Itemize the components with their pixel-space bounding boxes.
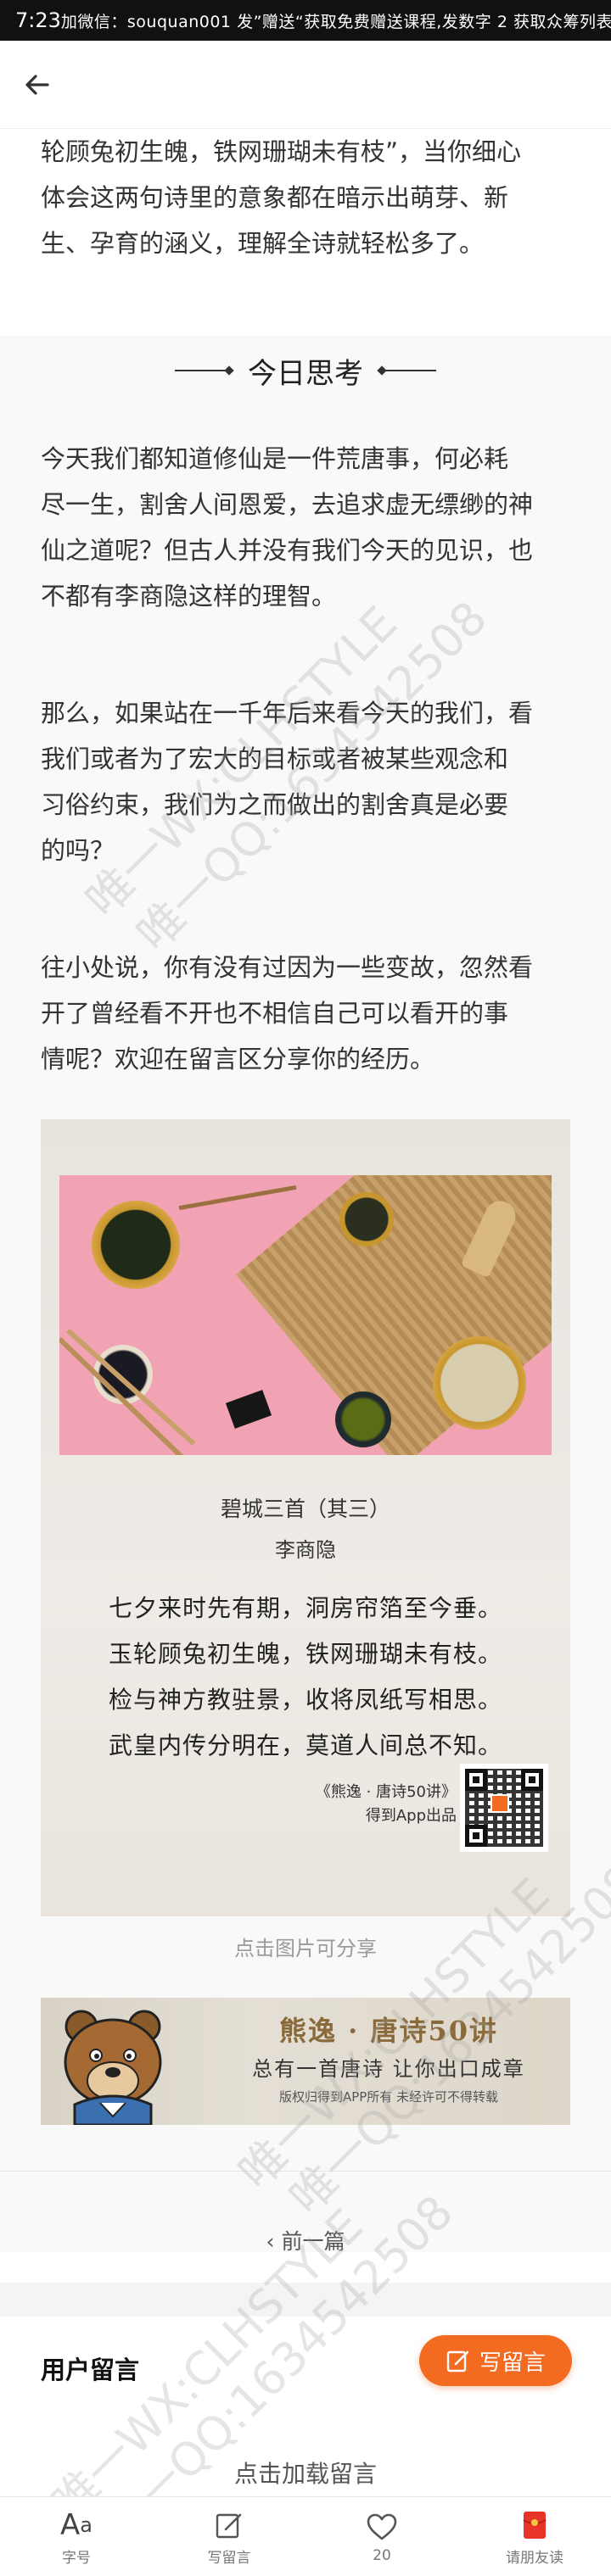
back-button[interactable] (19, 66, 56, 103)
intro-line: 生、孕育的涵义，理解全诗就轻松多了。 (41, 229, 485, 258)
status-time: 7:23 (15, 8, 61, 32)
font-size-label: 字号 (62, 2549, 91, 2567)
banner-subtitle: 总有一首唐诗 让你出口成章 (252, 2057, 525, 2081)
qr-code (460, 1764, 548, 1852)
share-hint: 点击图片可分享 (234, 1937, 377, 1960)
write-comment-button[interactable]: 写留言 (419, 2335, 572, 2386)
tea-bowl (92, 1201, 180, 1289)
like-count: 20 (373, 2547, 391, 2564)
qr-logo-icon (490, 1794, 509, 1813)
section-title: 今日思考 (0, 341, 611, 400)
paragraph-line: 尽一生，割舍人间恩爱，去追求虚无缥缈的神 (41, 490, 534, 519)
edit-icon (446, 2350, 469, 2372)
font-size-button[interactable]: Aa 字号 (0, 2497, 153, 2576)
font-size-icon: Aa (60, 2507, 92, 2542)
section-title-text: 今日思考 (248, 356, 363, 391)
divider (0, 2171, 611, 2172)
section-gap (0, 2283, 611, 2317)
qr-finder (465, 1769, 487, 1791)
tea-photo (59, 1175, 552, 1455)
tea-bowl (335, 1391, 391, 1447)
tea-bowl (339, 1192, 394, 1246)
paragraph-line: 习俗约束，我们为之而做出的割舍真是必要 (41, 790, 509, 819)
prev-article-label: 前一篇 (281, 2229, 345, 2254)
arrow-left-icon (25, 75, 49, 95)
incense-holder (225, 1390, 272, 1429)
title-ornament-right (382, 370, 436, 371)
write-comment-label: 写留言 (479, 2350, 546, 2376)
paragraph-line: 仙之道呢？但古人并没有我们今天的见识，也 (41, 536, 534, 565)
poem-brand-publisher: 得到App出品 (365, 1807, 457, 1825)
comments-title: 用户留言 (41, 2356, 140, 2384)
comments-header: 用户留言 写留言 (0, 2317, 611, 2427)
prev-article-link[interactable]: ‹ 前一篇 (0, 2225, 611, 2255)
paragraph-line: 那么，如果站在一千年后来看今天的我们，看 (41, 699, 534, 728)
poem-author: 李商隐 (275, 1538, 336, 1562)
write-comment-toolbar-button[interactable]: 写留言 (153, 2497, 306, 2576)
bear-mascot-icon (64, 2010, 162, 2125)
intro-line: 体会这两句诗里的意象都在暗示出萌芽、新 (41, 183, 509, 212)
paragraph-line: 开了曾经看不开也不相信自己可以看开的事 (41, 999, 509, 1028)
red-envelope-icon (523, 2511, 547, 2539)
edit-icon (216, 2513, 242, 2538)
paragraph-line: 的吗？ (41, 836, 115, 865)
poem-body: 七夕来时先有期，洞房帘箔至今垂。 玉轮顾兔初生魄，铁网珊瑚未有枝。 检与神方教驻… (109, 1586, 533, 1769)
poem-share-card[interactable]: 碧城三首（其三） 李商隐 七夕来时先有期，洞房帘箔至今垂。 玉轮顾兔初生魄，铁网… (41, 1119, 570, 1916)
paragraph-line: 往小处说，你有没有过因为一些变故，忽然看 (41, 953, 534, 982)
like-button[interactable]: 20 (306, 2497, 458, 2576)
poem-line: 检与神方教驻景，收将凤纸写相思。 (109, 1686, 503, 1714)
tea-bowl (433, 1336, 526, 1430)
status-ticker: 加微信：souquan001 发”赠送“获取免费赠送课程,发数字 2 获取众筹列… (60, 12, 611, 31)
poem-brand: 《熊逸 · 唐诗50讲》 得到App出品 (287, 1781, 457, 1828)
heart-icon (367, 2513, 397, 2540)
poem-brand-course: 《熊逸 · 唐诗50讲》 (315, 1783, 457, 1801)
banner-title: 熊逸 · 唐诗50讲 (279, 2015, 498, 2047)
status-bar: 7:23 加微信：souquan001 发”赠送“获取免费赠送课程,发数字 2 … (0, 0, 611, 41)
poem-line: 武皇内传分明在，莫道人间总不知。 (109, 1731, 503, 1759)
qr-finder (521, 1769, 543, 1791)
bottom-toolbar: Aa 字号 写留言 20 请朋友读 (0, 2496, 611, 2576)
chevron-left-icon: ‹ (266, 2229, 282, 2254)
qr-finder (465, 1825, 487, 1847)
article-content: 轮顾兔初生魄，铁网珊瑚未有枝”，当你细心 体会这两句诗里的意象都在暗示出萌芽、新… (0, 129, 611, 2491)
paragraph-line: 今天我们都知道修仙是一件荒唐事，何必耗 (41, 444, 509, 473)
top-nav (0, 41, 611, 129)
intro-line: 轮顾兔初生魄，铁网珊瑚未有枝”，当你细心 (41, 137, 522, 166)
title-ornament-left (175, 370, 229, 371)
banner-copyright: 版权归得到APP所有 未经许可不得转载 (278, 2089, 499, 2105)
write-comment-toolbar-label: 写留言 (207, 2549, 251, 2567)
paragraph-line: 我们或者为了宏大的目标或者被某些观念和 (41, 744, 509, 773)
invite-friend-label: 请朋友读 (506, 2549, 563, 2567)
paragraph-line: 不都有李商隐这样的理智。 (41, 582, 337, 611)
poem-line: 七夕来时先有期，洞房帘箔至今垂。 (109, 1594, 503, 1622)
poem-line: 玉轮顾兔初生魄，铁网珊瑚未有枝。 (109, 1640, 503, 1668)
load-comments-link[interactable]: 点击加载留言 (0, 2456, 611, 2490)
poem-title: 碧城三首（其三） (220, 1497, 390, 1521)
paragraph-line: 情呢？欢迎在留言区分享你的经历。 (41, 1045, 435, 1073)
course-banner[interactable]: 熊逸 · 唐诗50讲 总有一首唐诗 让你出口成章 版权归得到APP所有 未经许可… (41, 1998, 570, 2125)
brush (178, 1185, 297, 1211)
invite-friend-button[interactable]: 请朋友读 (458, 2497, 611, 2576)
